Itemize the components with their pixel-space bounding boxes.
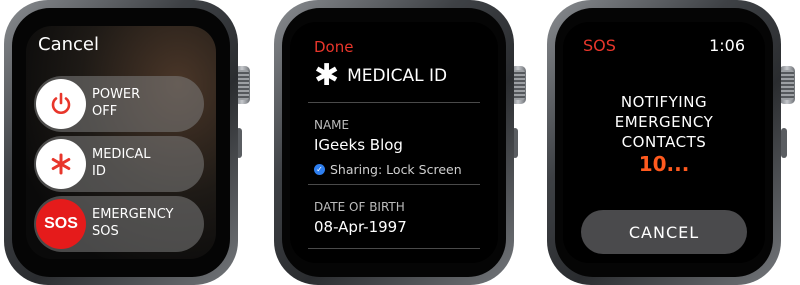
watch-medical-id: Done ✱ MEDICAL ID NAME IGeeks Blog ✓ Sha… xyxy=(270,0,530,285)
power-off-label: POWER OFF xyxy=(92,86,140,120)
name-label: NAME xyxy=(314,118,350,132)
watch-bezel: Cancel POWER OFF MEDICAL ID SOS EMERGENC… xyxy=(12,8,230,277)
asterisk-icon: ✱ xyxy=(314,58,340,93)
message-line2: EMERGENCY xyxy=(614,113,714,131)
medical-knob[interactable] xyxy=(36,139,86,189)
sos-icon[interactable]: SOS xyxy=(36,199,86,249)
medical-id-slider[interactable]: MEDICAL ID xyxy=(34,136,204,192)
title-text: MEDICAL ID xyxy=(347,66,448,86)
watch-screen: SOS 1:06 NOTIFYING EMERGENCY CONTACTS 10… xyxy=(563,22,765,263)
medical-id-title: ✱ MEDICAL ID xyxy=(314,58,448,93)
asterisk-icon xyxy=(51,153,71,175)
side-button[interactable] xyxy=(781,128,787,158)
notifying-message: NOTIFYING EMERGENCY CONTACTS xyxy=(563,92,765,152)
watch-bezel: SOS 1:06 NOTIFYING EMERGENCY CONTACTS 10… xyxy=(555,8,773,277)
dob-value: 08-Apr-1997 xyxy=(314,218,407,236)
cancel-button[interactable]: Cancel xyxy=(38,34,99,55)
power-knob[interactable] xyxy=(36,79,86,129)
watch-case: Done ✱ MEDICAL ID NAME IGeeks Blog ✓ Sha… xyxy=(274,0,514,285)
sharing-text: Sharing: Lock Screen xyxy=(330,162,462,177)
divider xyxy=(308,248,480,249)
message-line3: CONTACTS xyxy=(621,133,707,151)
done-button[interactable]: Done xyxy=(314,38,353,56)
divider xyxy=(308,102,480,103)
slider-label-line2: SOS xyxy=(92,224,119,239)
watch-sos-countdown: SOS 1:06 NOTIFYING EMERGENCY CONTACTS 10… xyxy=(545,0,800,285)
watch-power-menu: Cancel POWER OFF MEDICAL ID SOS EMERGENC… xyxy=(0,0,260,285)
slider-label-line2: ID xyxy=(92,164,106,179)
watch-bezel: Done ✱ MEDICAL ID NAME IGeeks Blog ✓ Sha… xyxy=(282,8,506,277)
countdown-value: 10... xyxy=(638,152,690,176)
watch-screen: Cancel POWER OFF MEDICAL ID SOS EMERGENC… xyxy=(26,26,216,259)
emergency-sos-label: EMERGENCY SOS xyxy=(92,206,173,240)
clock-time: 1:06 xyxy=(709,36,745,55)
message-line1: NOTIFYING xyxy=(620,93,708,111)
watch-case: Cancel POWER OFF MEDICAL ID SOS EMERGENC… xyxy=(4,0,238,285)
slider-label-line2: OFF xyxy=(92,104,118,119)
checkmark-icon: ✓ xyxy=(314,164,325,175)
cancel-button[interactable]: CANCEL xyxy=(581,210,747,254)
slider-label-line1: MEDICAL xyxy=(92,147,151,162)
power-icon xyxy=(51,92,71,114)
watch-screen: Done ✱ MEDICAL ID NAME IGeeks Blog ✓ Sha… xyxy=(290,22,498,263)
emergency-sos-slider[interactable]: SOS EMERGENCY SOS xyxy=(34,196,204,252)
slider-label-line1: POWER xyxy=(92,87,141,102)
sos-title: SOS xyxy=(583,36,616,55)
divider xyxy=(308,184,480,185)
dob-label: DATE OF BIRTH xyxy=(314,200,405,214)
sharing-status: ✓ Sharing: Lock Screen xyxy=(314,162,462,177)
medical-id-label: MEDICAL ID xyxy=(92,146,151,180)
digital-crown[interactable] xyxy=(779,66,795,104)
slider-label-line1: EMERGENCY xyxy=(92,207,174,222)
watch-case: SOS 1:06 NOTIFYING EMERGENCY CONTACTS 10… xyxy=(547,0,781,285)
name-value: IGeeks Blog xyxy=(314,136,403,154)
power-off-slider[interactable]: POWER OFF xyxy=(34,76,204,132)
